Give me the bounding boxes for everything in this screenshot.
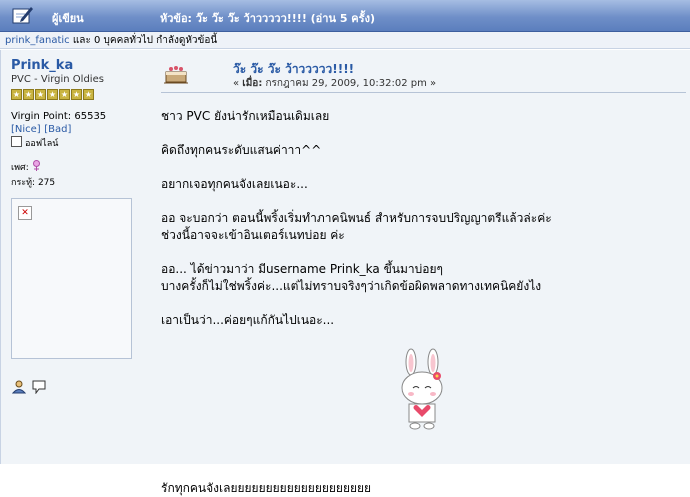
post-date: กรกฎาคม 29, 2009, 10:32:02 pm » xyxy=(262,78,437,89)
post-line: เอาเป็นว่า...ค่อยๆแก้กันไปเนอะ... xyxy=(161,313,335,327)
post-meta: « เมื่อ: กรกฎาคม 29, 2009, 10:32:02 pm » xyxy=(233,76,436,91)
profile-actions xyxy=(11,380,46,397)
star-icon: ★ xyxy=(11,89,22,100)
author-column-label: ผู้เขียน xyxy=(52,12,84,25)
post-divider xyxy=(161,92,686,93)
avatar: ✕ xyxy=(11,198,132,359)
rank-stars: ★ ★ ★ ★ ★ ★ ★ xyxy=(11,87,136,100)
poster-info: Prink_ka PVC - Virgin Oldies ★ ★ ★ ★ ★ ★ ★ Vir… xyxy=(11,58,136,189)
poster-gender: เพศ: xyxy=(11,160,136,174)
post-line: บางครั้งก็ไม่ใช่พริ้งค่ะ...แต่ไม่ทราบจริ… xyxy=(161,279,542,293)
topic-title: หัวข้อ: ว๊ะ ว๊ะ ว๊ะ ว้าววววว!!!! (อ่าน 5… xyxy=(160,12,375,25)
message-cake-icon xyxy=(164,66,188,84)
online-status: ออฟไลน์ xyxy=(11,136,136,150)
karma-bad-link[interactable]: [Bad] xyxy=(44,124,71,135)
offline-icon xyxy=(11,136,22,147)
poster-group: PVC - Virgin Oldies xyxy=(11,74,104,85)
post-body: ชาว PVC ยังน่ารักเหมือนเดิมเลย คิดถึงทุก… xyxy=(161,108,681,495)
post-line: ชาว PVC ยังน่ารักเหมือนเดิมเลย xyxy=(161,109,330,123)
bunny-sticker-icon xyxy=(401,348,443,430)
thread-header: ผู้เขียน หัวข้อ: ว๊ะ ว๊ะ ว๊ะ ว้าววววว!!!… xyxy=(0,0,690,32)
poster-username[interactable]: Prink_ka xyxy=(11,58,136,73)
viewers-text: และ 0 บุคคลทั่วไป กำลังดูหัวข้อนี้ xyxy=(69,35,218,46)
star-icon: ★ xyxy=(59,89,70,100)
post-line: ออ... ได้ข่าวมาว่า มีusername Prink_ka ข… xyxy=(161,262,443,276)
star-icon: ★ xyxy=(83,89,94,100)
send-message-icon[interactable] xyxy=(32,380,46,395)
star-icon: ★ xyxy=(35,89,46,100)
online-status-label: ออฟไลน์ xyxy=(25,139,59,149)
karma-nice-link[interactable]: [Nice] xyxy=(11,124,41,135)
post-line: ช่วงนี้อาจจะเข้าอินเตอร์เนทบ่อย ค่ะ xyxy=(161,228,345,242)
viewers-bar: prink_fanatic และ 0 บุคคลทั่วไป กำลังดูห… xyxy=(0,32,690,49)
profile-icon[interactable] xyxy=(11,380,27,394)
gender-label: เพศ: xyxy=(11,163,29,173)
broken-image-icon: ✕ xyxy=(18,206,32,220)
star-icon: ★ xyxy=(71,89,82,100)
female-icon xyxy=(32,160,40,171)
meta-on-label: เมื่อ: xyxy=(242,78,263,89)
post-line: อยากเจอทุกคนจังเลยเนอะ... xyxy=(161,177,308,191)
post-line: รักทุกคนจังเลยยยยยยยยยยยยยยยยยยยย xyxy=(161,481,372,495)
star-icon: ★ xyxy=(47,89,58,100)
poster-points: Virgin Point: 65535 xyxy=(11,111,107,122)
edit-topic-icon xyxy=(12,7,33,24)
meta-prefix: « xyxy=(233,78,243,89)
star-icon: ★ xyxy=(23,89,34,100)
poster-post-count: กระทู้: 275 xyxy=(11,178,56,188)
post-row: Prink_ka PVC - Virgin Oldies ★ ★ ★ ★ ★ ★ ★ Vir… xyxy=(0,50,690,495)
karma-links: [Nice] [Bad] xyxy=(11,122,136,135)
post-line: คิดถึงทุกคนระดับแสนค่าาา^^ xyxy=(161,143,322,157)
post-line: ออ จะบอกว่า ตอนนี้พริ้งเริ่มทำภาคนิพนธ์ … xyxy=(161,211,552,225)
viewer-user-link[interactable]: prink_fanatic xyxy=(5,35,70,46)
